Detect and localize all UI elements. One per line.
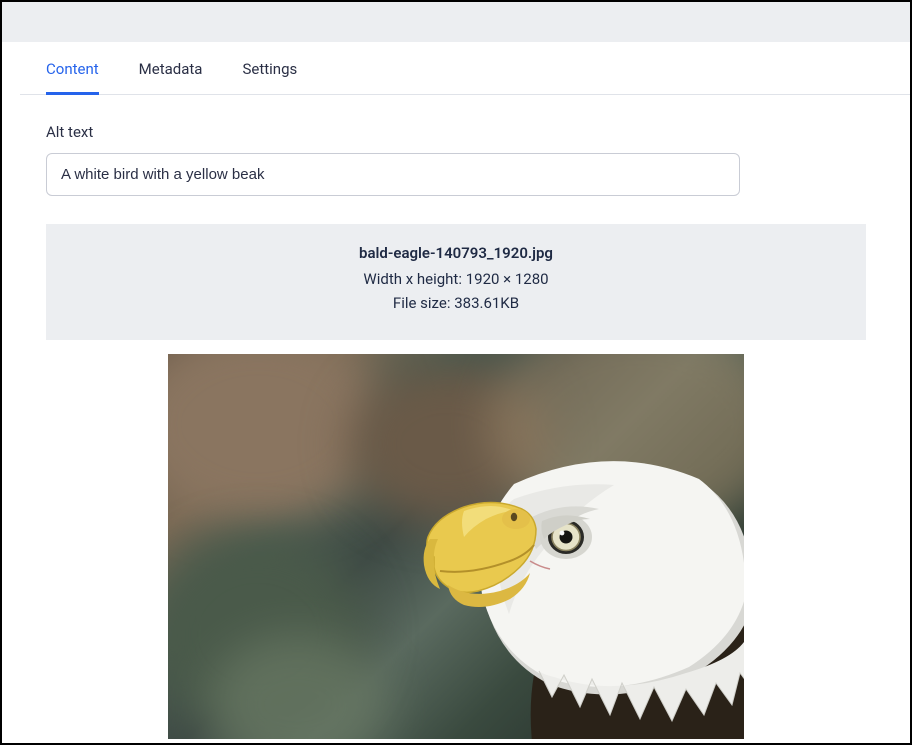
file-name: bald-eagle-140793_1920.jpg <box>46 244 866 262</box>
top-bar <box>2 2 910 42</box>
content-panel: Alt text bald-eagle-140793_1920.jpg Widt… <box>2 95 910 739</box>
alt-text-input[interactable] <box>46 153 740 196</box>
eagle-illustration <box>314 389 744 739</box>
tab-bar: Content Metadata Settings <box>20 42 910 95</box>
image-preview-container <box>46 354 866 739</box>
dimensions-value: 1920 × 1280 <box>466 270 549 288</box>
file-dimensions: Width x height: 1920 × 1280 <box>46 270 866 288</box>
image-preview <box>168 354 744 739</box>
dimensions-label: Width x height: <box>363 270 462 288</box>
file-info-card: bald-eagle-140793_1920.jpg Width x heigh… <box>46 224 866 340</box>
tab-settings[interactable]: Settings <box>242 42 297 95</box>
tab-metadata[interactable]: Metadata <box>139 42 203 95</box>
alt-text-label: Alt text <box>46 123 866 141</box>
file-size: File size: 383.61KB <box>46 294 866 312</box>
filesize-value: 383.61KB <box>454 294 519 312</box>
tab-content[interactable]: Content <box>46 42 99 95</box>
filesize-label: File size: <box>393 294 451 312</box>
